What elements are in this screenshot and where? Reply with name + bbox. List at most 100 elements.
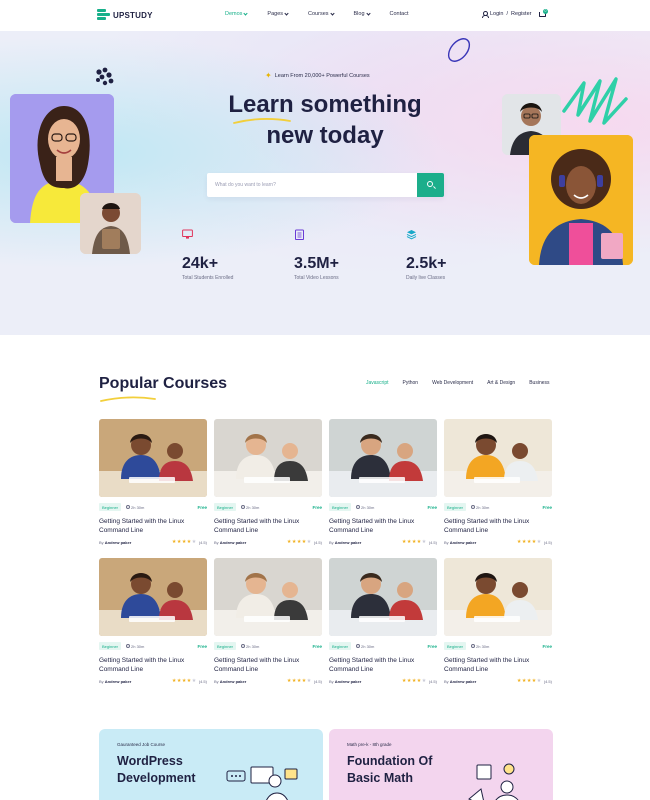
author-name[interactable]: Andrew paker bbox=[335, 679, 361, 684]
course-title[interactable]: Getting Started with the Linux Command L… bbox=[444, 656, 552, 674]
course-thumbnail[interactable] bbox=[444, 558, 552, 636]
zigzag-scribble-icon bbox=[562, 77, 628, 125]
star-icon: ★ bbox=[286, 678, 292, 684]
filter-web-development[interactable]: Web Development bbox=[432, 380, 473, 386]
course-card[interactable]: Beginner 2h 30m Free Getting Started with t… bbox=[444, 419, 552, 549]
course-author: By Andrew paker bbox=[99, 540, 131, 545]
course-card[interactable]: Beginner 2h 30m Free Getting Started with t… bbox=[214, 419, 322, 549]
search-button[interactable] bbox=[417, 173, 444, 197]
menu-item-demos[interactable]: Demos bbox=[225, 10, 249, 17]
author-name[interactable]: Andrew paker bbox=[450, 540, 476, 545]
author-name[interactable]: Andrew paker bbox=[220, 540, 246, 545]
course-title[interactable]: Getting Started with the Linux Command L… bbox=[99, 656, 207, 674]
menu-label: Pages bbox=[267, 11, 284, 17]
filter-business[interactable]: Business bbox=[529, 380, 549, 386]
rating-value: (4.5) bbox=[543, 540, 552, 545]
level-badge: Beginner bbox=[444, 642, 467, 650]
course-card[interactable]: Beginner 2h 30m Free Getting Started with t… bbox=[329, 558, 437, 688]
course-thumbnail[interactable] bbox=[329, 558, 437, 636]
course-card[interactable]: Beginner 2h 30m Free Getting Started with t… bbox=[214, 558, 322, 688]
menu-item-blog[interactable]: Blog bbox=[353, 10, 371, 17]
course-card[interactable]: Beginner 2h 30m Free Getting Started with t… bbox=[99, 558, 207, 688]
course-title[interactable]: Getting Started with the Linux Command L… bbox=[99, 517, 207, 535]
course-duration: 2h 30m bbox=[126, 505, 197, 510]
stat-label: Daily live Classes bbox=[406, 275, 446, 281]
author-name[interactable]: Andrew paker bbox=[220, 679, 246, 684]
sparkle-icon: ✦ bbox=[265, 71, 272, 80]
course-rating: ★ ★ ★ ★ ★ (4.5) bbox=[402, 678, 437, 685]
clock-icon bbox=[356, 505, 361, 509]
author-name[interactable]: Andrew paker bbox=[105, 540, 131, 545]
filter-javascript[interactable]: Javascript bbox=[366, 380, 389, 386]
search-input[interactable] bbox=[215, 173, 415, 197]
course-footer: By Andrew paker ★ ★ ★ ★ ★ (4.5) bbox=[444, 678, 552, 685]
course-meta: Beginner 2h 30m Free bbox=[444, 642, 552, 650]
course-price: Free bbox=[542, 643, 552, 649]
menu-item-contact[interactable]: Contact bbox=[390, 11, 409, 17]
duration-text: 2h 30m bbox=[246, 504, 260, 510]
star-icon: ★ bbox=[291, 678, 297, 684]
course-title[interactable]: Getting Started with the Linux Command L… bbox=[444, 517, 552, 535]
course-thumbnail[interactable] bbox=[99, 558, 207, 636]
chevron-down-icon bbox=[284, 10, 289, 16]
course-footer: By Andrew paker ★ ★ ★ ★ ★ (4.5) bbox=[99, 678, 207, 685]
author-prefix: By bbox=[99, 540, 104, 545]
course-thumbnail[interactable] bbox=[214, 558, 322, 636]
star-icon: ★ bbox=[536, 678, 542, 684]
course-thumbnail[interactable] bbox=[99, 419, 207, 497]
cart-count-badge: 0 bbox=[543, 9, 548, 14]
course-card[interactable]: Beginner 2h 30m Free Getting Started with t… bbox=[99, 419, 207, 549]
star-icon: ★ bbox=[531, 539, 537, 545]
course-meta: Beginner 2h 30m Free bbox=[329, 503, 437, 511]
author-name[interactable]: Andrew paker bbox=[105, 679, 131, 684]
course-meta: Beginner 2h 30m Free bbox=[99, 503, 207, 511]
main-menu: Demos Pages Courses Blog Contact bbox=[225, 10, 429, 17]
stat-lessons: 3.5M+ Total Video Lessons bbox=[294, 229, 384, 281]
course-thumbnail[interactable] bbox=[444, 419, 552, 497]
star-icon: ★ bbox=[406, 678, 412, 684]
author-name[interactable]: Andrew paker bbox=[335, 540, 361, 545]
filter-art-design[interactable]: Art & Design bbox=[487, 380, 515, 386]
hero-section: ✦ Learn From 20,000+ Powerful Courses Le… bbox=[0, 31, 650, 335]
course-title[interactable]: Getting Started with the Linux Command L… bbox=[329, 656, 437, 674]
course-thumbnail[interactable] bbox=[329, 419, 437, 497]
star-icon: ★ bbox=[181, 678, 187, 684]
star-icon: ★ bbox=[406, 539, 412, 545]
level-badge: Beginner bbox=[214, 503, 237, 511]
promo-kicker: Math pre-k - 8th grade bbox=[347, 742, 392, 747]
course-author: By Andrew paker bbox=[329, 540, 361, 545]
promo-card-wordpress[interactable]: Gauranteed Job Course WordPress Developm… bbox=[99, 729, 323, 800]
course-card[interactable]: Beginner 2h 30m Free Getting Started with t… bbox=[444, 558, 552, 688]
author-name[interactable]: Andrew paker bbox=[450, 679, 476, 684]
author-prefix: By bbox=[444, 679, 449, 684]
menu-item-pages[interactable]: Pages bbox=[267, 10, 289, 17]
promo-card-math[interactable]: Math pre-k - 8th grade Foundation Of Bas… bbox=[329, 729, 553, 800]
star-icon: ★ bbox=[421, 678, 427, 684]
brand-logo[interactable]: UPSTUDY bbox=[97, 8, 153, 22]
rating-value: (4.5) bbox=[428, 540, 437, 545]
hero-tagline: ✦ Learn From 20,000+ Powerful Courses bbox=[265, 71, 370, 80]
duration-text: 2h 30m bbox=[131, 504, 145, 510]
course-price: Free bbox=[312, 643, 322, 649]
course-thumbnail[interactable] bbox=[214, 419, 322, 497]
course-title[interactable]: Getting Started with the Linux Command L… bbox=[214, 656, 322, 674]
menu-item-courses[interactable]: Courses bbox=[308, 10, 335, 17]
star-icon: ★ bbox=[411, 678, 417, 684]
course-title[interactable]: Getting Started with the Linux Command L… bbox=[214, 517, 322, 535]
menu-label: Blog bbox=[353, 11, 365, 17]
star-icon: ★ bbox=[296, 539, 302, 545]
register-link[interactable]: Register bbox=[511, 11, 531, 17]
search-icon bbox=[427, 181, 433, 187]
cart-button[interactable]: 0 bbox=[539, 9, 548, 19]
course-rating: ★ ★ ★ ★ ★ (4.5) bbox=[172, 678, 207, 685]
rating-value: (4.5) bbox=[313, 540, 322, 545]
chevron-down-icon bbox=[329, 10, 335, 16]
course-card[interactable]: Beginner 2h 30m Free Getting Started with t… bbox=[329, 419, 437, 549]
course-meta: Beginner 2h 30m Free bbox=[99, 642, 207, 650]
star-icon: ★ bbox=[521, 539, 527, 545]
course-price: Free bbox=[312, 504, 322, 510]
stat-students: 24k+ Total Students Enrolled bbox=[182, 229, 272, 281]
course-title[interactable]: Getting Started with the Linux Command L… bbox=[329, 517, 437, 535]
login-link[interactable]: Login bbox=[490, 11, 503, 17]
filter-python[interactable]: Python bbox=[403, 380, 419, 386]
